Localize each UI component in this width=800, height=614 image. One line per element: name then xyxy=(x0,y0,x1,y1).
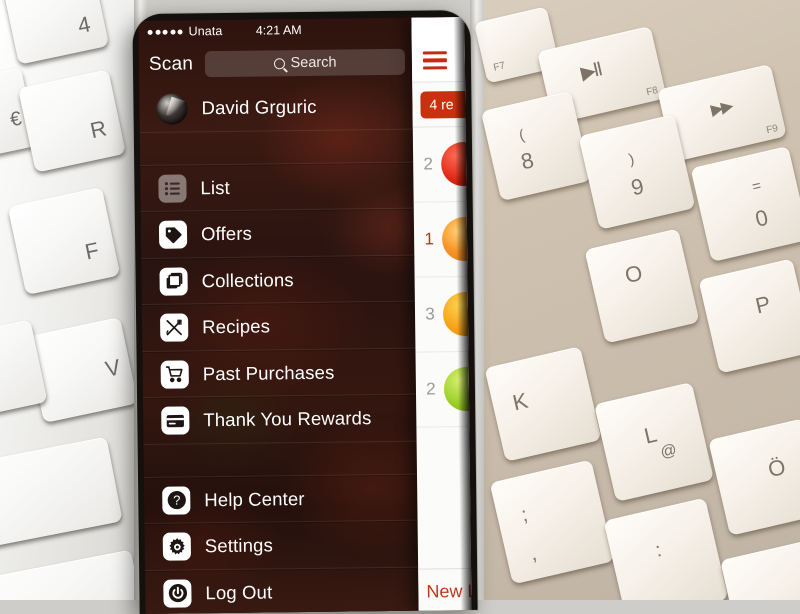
account-name: David Grguric xyxy=(201,96,317,119)
new-list-button[interactable]: New L xyxy=(426,580,471,602)
keyboard-key-label: 4 xyxy=(75,11,93,39)
item-thumbnail-lime xyxy=(443,366,472,412)
list-panel-banner: 4 re xyxy=(412,82,472,128)
hamburger-icon[interactable] xyxy=(422,50,448,70)
menu-divider-2 xyxy=(143,441,417,478)
keyboard-key-label: , xyxy=(528,542,539,566)
keyboard-key-label: 9 xyxy=(628,173,647,201)
keyboard-key-label: € xyxy=(8,107,24,132)
list-item[interactable]: 2 xyxy=(412,127,472,203)
shopping-list-panel: 4 re 2 1 3 2 New L xyxy=(411,17,472,614)
item-quantity: 2 xyxy=(426,379,436,399)
drawer-menu: David Grguric List Offers Collections Re… xyxy=(139,83,419,614)
list-item[interactable]: 3 xyxy=(414,277,472,353)
list-item[interactable]: 2 xyxy=(415,352,472,428)
cutlery-icon xyxy=(160,313,189,343)
sidebar-item-label: Recipes xyxy=(202,315,271,338)
sidebar-item-offers[interactable]: Offers xyxy=(140,208,415,259)
search-input[interactable]: Search xyxy=(204,48,406,78)
gear-icon xyxy=(162,532,192,562)
avatar xyxy=(156,93,188,125)
item-thumbnail-mango xyxy=(442,291,472,337)
sidebar-item-label: Settings xyxy=(204,534,274,557)
list-panel-status-bar xyxy=(411,17,465,40)
keyboard-key-shift-label: ( xyxy=(517,126,527,145)
keyboard-key-label: F xyxy=(82,237,102,265)
keyboard-key-label: O xyxy=(622,259,645,289)
sidebar-item-label: Offers xyxy=(200,222,253,245)
keyboard-key-fn-label: F8 xyxy=(645,84,660,99)
list-icon xyxy=(158,174,187,203)
keyboard-key-label: Ö xyxy=(765,453,788,483)
sidebar-item-label: Help Center xyxy=(204,487,305,510)
keyboard-key-label: 8 xyxy=(518,147,537,175)
item-thumbnail-orange xyxy=(441,216,472,262)
sidebar-item-recipes[interactable]: Recipes xyxy=(141,301,416,352)
keyboard-key-label: L xyxy=(641,421,660,449)
list-item[interactable]: 1 xyxy=(413,202,472,278)
sidebar-item-help-center[interactable]: ? Help Center xyxy=(144,474,418,524)
list-panel-nav-bar xyxy=(411,39,466,83)
phone-screen: Unata 4:21 AM Scan Search David Grguric xyxy=(138,17,472,614)
sidebar-item-collections[interactable]: Collections xyxy=(141,255,415,305)
account-row[interactable]: David Grguric xyxy=(139,83,413,133)
cart-icon xyxy=(160,360,189,389)
drawer-nav-bar: Scan Search xyxy=(139,42,412,85)
keyboard-key-label: R xyxy=(87,115,109,144)
question-icon: ? xyxy=(162,486,191,515)
keyboard-key-shift-label: : xyxy=(653,539,664,562)
svg-text:?: ? xyxy=(173,493,180,508)
keyboard-key-fn-label: F9 xyxy=(765,122,780,137)
item-thumbnail-strawberries xyxy=(440,141,472,187)
tag-icon xyxy=(158,220,188,250)
search-placeholder: Search xyxy=(290,54,337,72)
keyboard-key-shift-label: ) xyxy=(627,150,636,169)
play-pause-icon: ▶Ⅱ xyxy=(578,59,604,85)
sidebar-item-label: Collections xyxy=(201,268,294,292)
item-quantity: 2 xyxy=(423,154,434,174)
sidebar-item-log-out[interactable]: Log Out xyxy=(145,567,419,614)
status-bar-clock: 4:21 AM xyxy=(255,23,302,38)
keyboard-key-label: P xyxy=(752,290,773,319)
sidebar-item-label: List xyxy=(200,176,230,199)
sidebar-item-thank-you-rewards[interactable]: Thank You Rewards xyxy=(143,394,417,445)
keyboard-key-label: K xyxy=(510,387,531,416)
iphone-device: Unata 4:21 AM Scan Search David Grguric xyxy=(132,9,478,614)
search-icon xyxy=(273,57,285,69)
sidebar-item-list[interactable]: List xyxy=(140,162,414,212)
scan-button[interactable]: Scan xyxy=(149,53,193,76)
item-quantity: 3 xyxy=(425,304,435,324)
item-quantity: 1 xyxy=(424,229,434,249)
keyboard-key-shift-label: = xyxy=(750,177,763,196)
keyboard-key-label: V xyxy=(103,354,123,382)
menu-divider-1 xyxy=(139,129,414,166)
new-list-footer[interactable]: New L xyxy=(418,567,472,614)
power-icon xyxy=(163,579,192,608)
keyboard-key-shift-label: ; xyxy=(519,503,530,527)
sidebar-item-settings[interactable]: Settings xyxy=(144,520,419,571)
remaining-items-button[interactable]: 4 re xyxy=(420,90,472,119)
sidebar-item-past-purchases[interactable]: Past Purchases xyxy=(142,348,417,398)
credit-card-icon xyxy=(161,406,190,436)
sidebar-item-label: Past Purchases xyxy=(202,361,335,385)
sidebar-item-label: Thank You Rewards xyxy=(203,407,372,431)
signal-strength-icon xyxy=(147,28,183,35)
keyboard-key-label: 0 xyxy=(752,204,771,232)
carrier-label: Unata xyxy=(188,23,223,39)
fast-forward-icon: ▶▶ xyxy=(709,97,734,120)
keyboard-key-label: F7 xyxy=(492,60,507,74)
status-bar: Unata 4:21 AM xyxy=(138,18,411,43)
sidebar-item-label: Log Out xyxy=(205,581,273,603)
collections-icon xyxy=(159,267,188,296)
at-sign-icon: @ xyxy=(658,441,679,462)
